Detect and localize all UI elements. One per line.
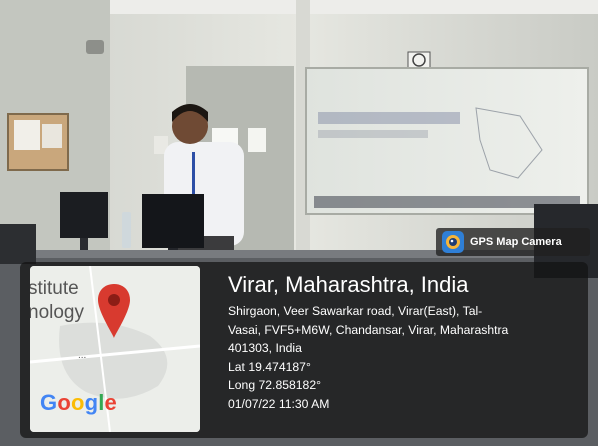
map-label-fragment: nology	[30, 302, 84, 323]
map-label-fragment: ...	[78, 350, 87, 361]
monitor	[60, 192, 108, 238]
longitude: Long 72.858182°	[228, 378, 321, 392]
monitor	[142, 194, 204, 248]
gps-map-camera-badge: GPS Map Camera	[436, 228, 590, 256]
location-headline: Virar, Maharashtra, India	[228, 272, 469, 297]
chair-back	[0, 224, 36, 264]
latitude: Lat 19.474187°	[228, 359, 311, 374]
monitor-stand	[80, 238, 88, 250]
lanyard	[192, 152, 195, 194]
camera-lens-icon	[442, 231, 464, 253]
projector-screen	[305, 67, 589, 215]
location-details: Virar, Maharashtra, India Shirgaon, Veer…	[228, 272, 584, 413]
projected-slide-content	[318, 112, 460, 124]
address-line: Shirgaon, Veer Sawarkar road, Virar(East…	[228, 304, 483, 318]
map-thumbnail[interactable]: stitute nology ... Google	[30, 266, 200, 432]
address-line: Vasai, FVF5+M6W, Chandansar, Virar, Maha…	[228, 322, 509, 337]
water-bottle	[122, 212, 131, 248]
timestamp: 01/07/22 11:30 AM	[228, 396, 330, 411]
map-label-fragment: stitute	[30, 278, 79, 299]
notice-paper	[42, 124, 62, 148]
badge-label: GPS Map Camera	[470, 236, 562, 248]
address-line: 401303, India	[228, 341, 302, 355]
notice-paper	[14, 120, 40, 150]
door-window	[248, 128, 266, 152]
google-logo: Google	[40, 390, 117, 415]
map-pin-icon	[98, 284, 130, 338]
geotagged-photo: GPS Map Camera stitute nology ... Google…	[0, 0, 598, 446]
cctv-camera	[86, 40, 104, 54]
projected-slide-content	[318, 130, 428, 138]
